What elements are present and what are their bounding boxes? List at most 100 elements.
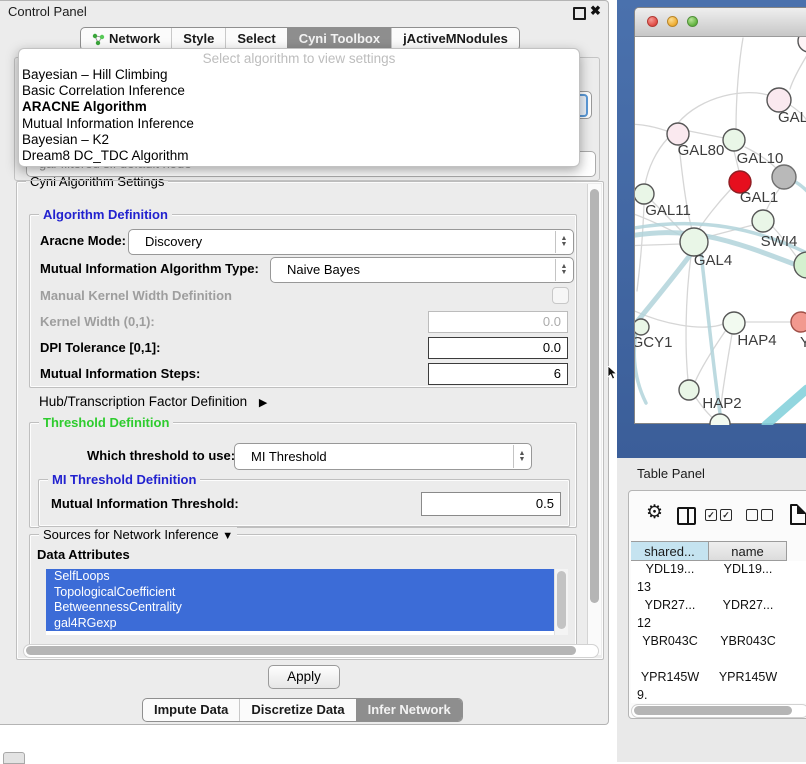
close-traffic-light[interactable]: [647, 16, 658, 27]
tab-network[interactable]: Network: [81, 28, 171, 50]
table-row[interactable]: YDR27...YDR27...12: [631, 597, 806, 633]
network-edge[interactable]: [766, 389, 806, 425]
network-node[interactable]: [723, 312, 745, 334]
scrollbar-thumb[interactable]: [590, 189, 599, 603]
network-edge[interactable]: [794, 181, 806, 191]
algorithm-definition-title: Algorithm Definition: [39, 207, 172, 222]
network-node[interactable]: [635, 319, 649, 335]
network-canvas[interactable]: GALGAL80GAL10GAL1GAL11SWI4GAL4GCY1HAP4YH…: [635, 37, 806, 425]
minimized-panel-icon[interactable]: [3, 752, 25, 764]
network-graph: GALGAL80GAL10GAL1GAL11SWI4GAL4GCY1HAP4YH…: [635, 37, 806, 425]
collapse-down-icon: ▼: [222, 530, 233, 542]
tab-cyni-toolbox[interactable]: Cyni Toolbox: [287, 28, 391, 50]
network-node[interactable]: [772, 165, 796, 189]
bottom-tabs: Impute Data Discretize Data Infer Networ…: [142, 698, 463, 722]
aracne-mode-combobox[interactable]: Discovery ▲▼: [128, 229, 574, 255]
select-all-checkbox-icon[interactable]: ✓: [705, 509, 717, 521]
attribute-list-item[interactable]: gal4RGexp: [46, 616, 568, 632]
node-table-rows: YDL19...YDL19...13YDR27...YDR27...12YBR0…: [631, 561, 806, 703]
network-edge[interactable]: [736, 38, 743, 129]
node-label: GAL: [778, 109, 806, 126]
tab-infer-network[interactable]: Infer Network: [356, 699, 462, 721]
network-window-titlebar[interactable]: [635, 8, 806, 37]
minimize-traffic-light[interactable]: [667, 16, 678, 27]
table-cell: 9.: [631, 687, 697, 703]
table-horizontal-scrollbar[interactable]: [631, 704, 806, 718]
scrollbar-thumb[interactable]: [634, 706, 792, 715]
algorithm-option[interactable]: Bayesian – K2: [19, 132, 579, 148]
kernel-width-field[interactable]: 0.0: [428, 311, 568, 333]
mi-type-value: Naive Bayes: [287, 258, 360, 282]
table-row[interactable]: YPR145WYPR145W9.: [631, 669, 806, 703]
algorithm-option[interactable]: Bayesian – Hill Climbing: [19, 67, 579, 83]
network-node[interactable]: [635, 184, 654, 204]
algorithm-option[interactable]: Basic Correlation Inference: [19, 83, 579, 99]
tab-impute-data[interactable]: Impute Data: [143, 699, 239, 721]
which-threshold-combobox[interactable]: MI Threshold ▲▼: [234, 443, 532, 470]
combo-stepper-icon: ▲▼: [513, 445, 530, 468]
node-label: Y: [800, 334, 806, 351]
tab-select[interactable]: Select: [225, 28, 286, 50]
node-label: GAL80: [678, 142, 725, 159]
network-node[interactable]: [710, 414, 730, 425]
data-attributes-list[interactable]: SelfLoopsTopologicalCoefficientBetweenne…: [46, 569, 568, 635]
tab-style[interactable]: Style: [171, 28, 225, 50]
network-edge[interactable]: [645, 138, 668, 185]
tab-jactivemnodules[interactable]: jActiveMNodules: [391, 28, 519, 50]
algorithm-option[interactable]: Mutual Information Inference: [19, 116, 579, 132]
mi-steps-field[interactable]: 6: [428, 363, 568, 385]
mi-threshold-field[interactable]: 0.5: [421, 492, 561, 516]
table-column-header[interactable]: shared...: [631, 541, 709, 561]
which-threshold-label: Which threshold to use:: [87, 443, 235, 468]
attribute-list-item[interactable]: TopologicalCoefficient: [46, 585, 568, 601]
node-label: GAL1: [740, 189, 778, 206]
attribute-list-item[interactable]: SelfLoops: [46, 569, 568, 585]
network-node[interactable]: [798, 37, 806, 52]
algorithm-option[interactable]: ARACNE Algorithm: [19, 99, 579, 115]
table-cell: YBR043C: [709, 633, 787, 650]
sources-group-title[interactable]: Sources for Network Inference ▼: [39, 527, 237, 544]
apply-button[interactable]: Apply: [268, 665, 340, 689]
network-edge[interactable]: [635, 124, 667, 131]
sources-group: Sources for Network Inference ▼ Data Att…: [29, 534, 577, 654]
network-node[interactable]: [723, 129, 745, 151]
manual-kernel-checkbox[interactable]: [552, 287, 569, 304]
network-edge[interactable]: [701, 253, 720, 413]
column-visibility-icon[interactable]: [677, 507, 696, 525]
network-edge[interactable]: [678, 93, 771, 123]
gear-icon[interactable]: ⚙: [646, 501, 663, 524]
deselect-checkbox-icon[interactable]: [761, 509, 773, 521]
settings-horizontal-scrollbar[interactable]: [23, 644, 599, 658]
deselect-checkbox-icon[interactable]: [746, 509, 758, 521]
export-table-icon[interactable]: [790, 504, 806, 525]
mi-steps-label: Mutual Information Steps:: [40, 363, 200, 385]
algorithm-option[interactable]: Dream8 DC_TDC Algorithm: [19, 148, 579, 164]
network-node[interactable]: [752, 210, 774, 232]
float-window-icon[interactable]: [573, 7, 586, 20]
network-node[interactable]: [679, 380, 699, 400]
mi-type-combobox[interactable]: Naive Bayes ▲▼: [270, 257, 574, 283]
network-edge[interactable]: [686, 256, 691, 380]
table-row[interactable]: YBR043CYBR043C: [631, 633, 806, 669]
scrollbar-thumb[interactable]: [26, 646, 576, 655]
attribute-list-item[interactable]: BetweennessCentrality: [46, 600, 568, 616]
settings-vertical-scrollbar[interactable]: [587, 184, 601, 655]
attributes-list-scrollbar[interactable]: [554, 569, 568, 635]
cyni-algorithm-settings-group: Cyni Algorithm Settings Algorithm Defini…: [16, 181, 604, 660]
network-edge[interactable]: [689, 131, 724, 138]
network-edge[interactable]: [790, 52, 806, 89]
node-label: GCY1: [635, 334, 672, 351]
select-all-checkbox-icon[interactable]: ✓: [720, 509, 732, 521]
tab-discretize-data[interactable]: Discretize Data: [239, 699, 355, 721]
network-node[interactable]: [791, 312, 806, 332]
dpi-tolerance-field[interactable]: 0.0: [428, 337, 568, 359]
hub-factor-expander[interactable]: Hub/Transcription Factor Definition ▶: [39, 394, 267, 409]
control-panel-title: Control Panel: [8, 4, 87, 19]
zoom-traffic-light[interactable]: [687, 16, 698, 27]
data-attributes-label: Data Attributes: [37, 547, 130, 562]
close-icon[interactable]: ✖: [590, 3, 601, 19]
aracne-mode-value: Discovery: [145, 230, 202, 254]
table-column-header[interactable]: name: [709, 541, 787, 561]
scrollbar-thumb[interactable]: [557, 571, 566, 629]
table-row[interactable]: YDL19...YDL19...13: [631, 561, 806, 597]
